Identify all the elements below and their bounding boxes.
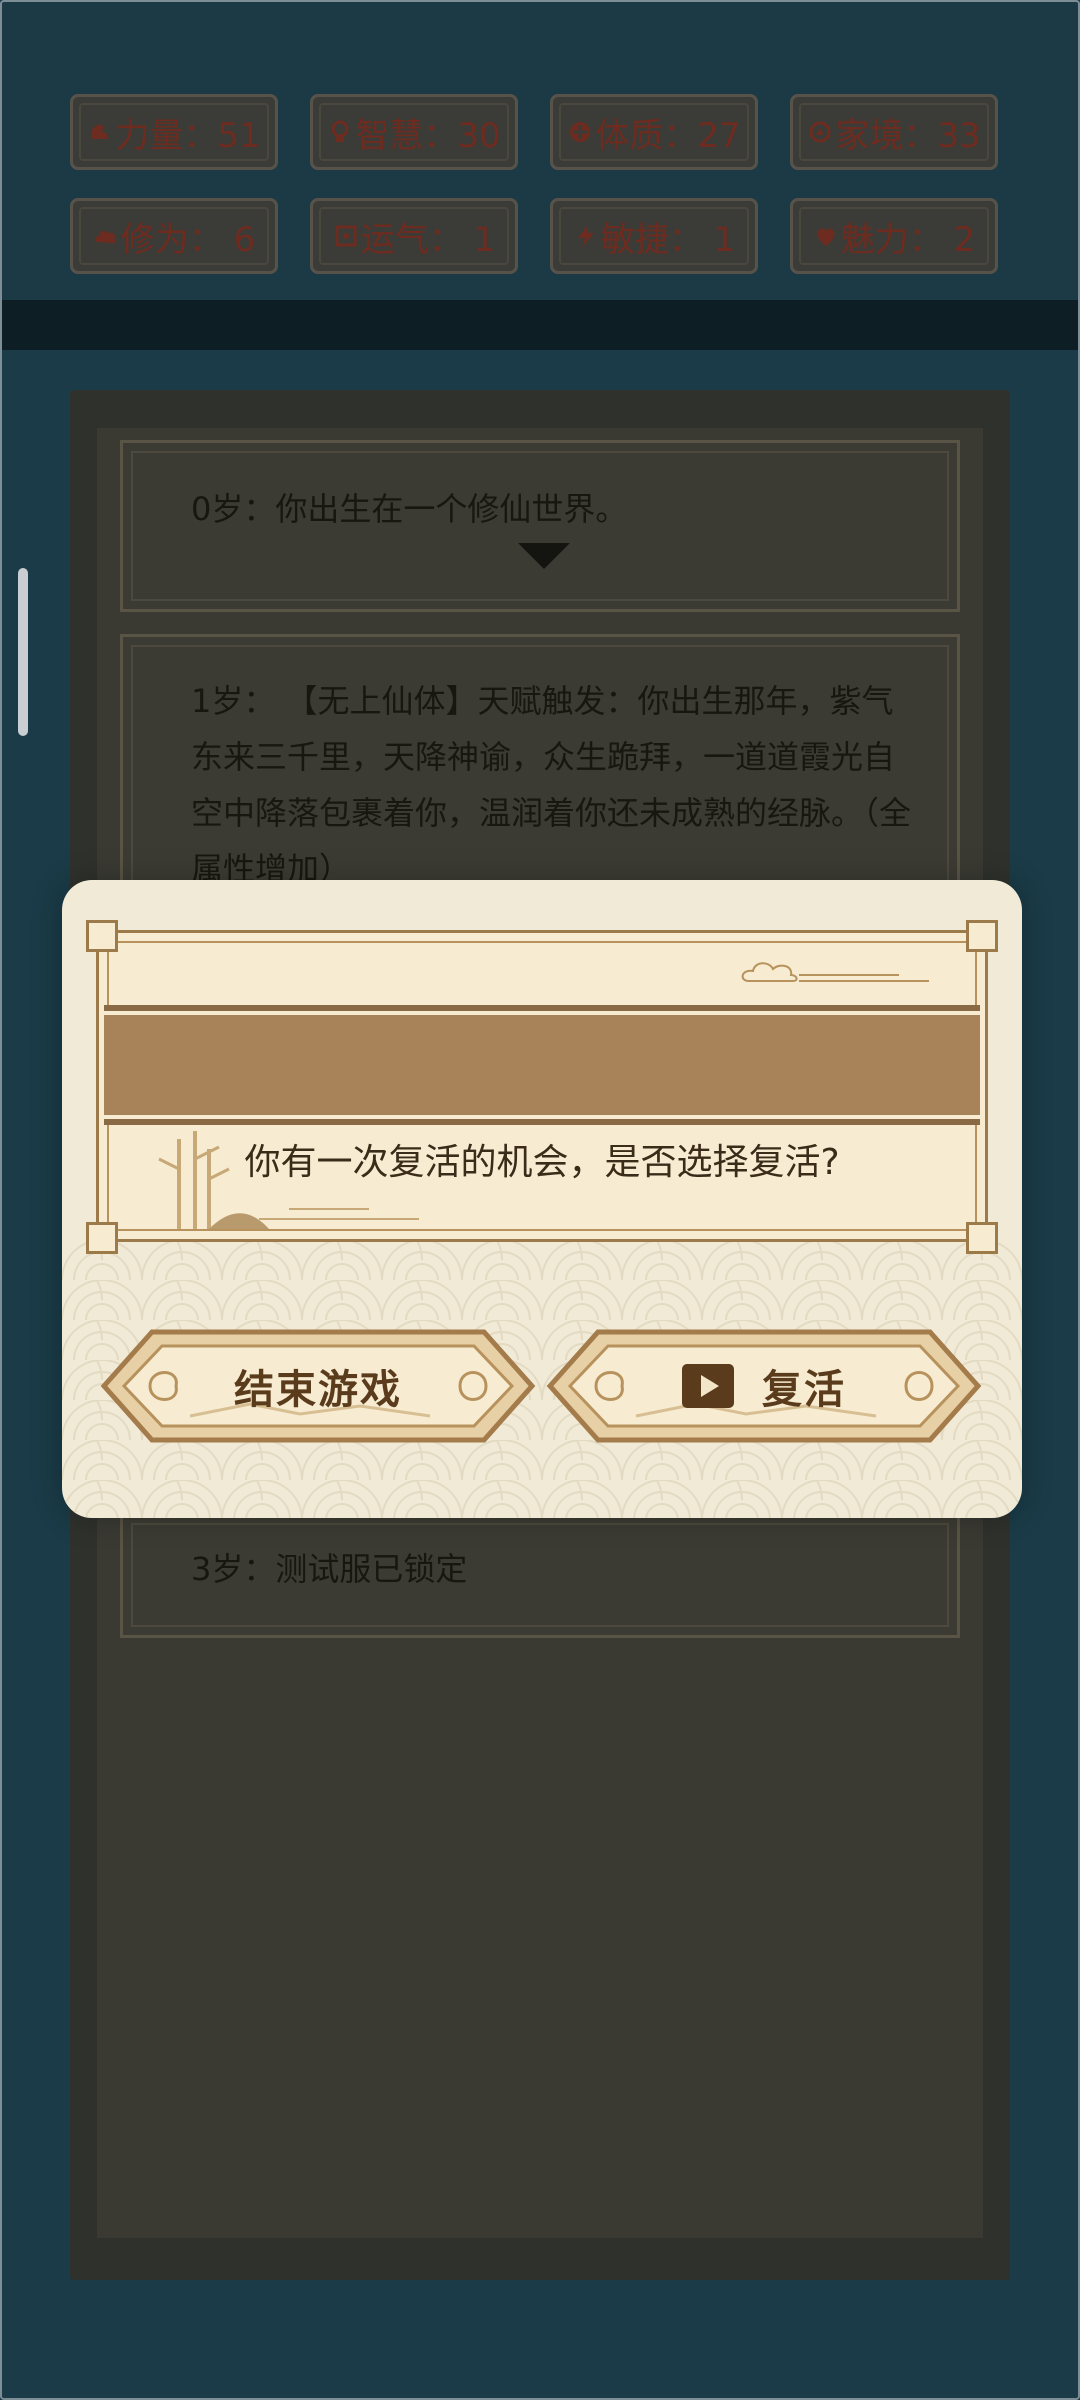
revive-dialog: 你有一次复活的机会，是否选择复活? 结束游戏 复活 [62, 880, 1022, 1518]
frame-corner [86, 920, 118, 952]
constitution-icon [567, 119, 593, 145]
log-entry-text: 1岁： 【无上仙体】天赋触发：你出生那年，紫气东来三千里，天降神谕，众生跪拜，一… [191, 682, 912, 888]
frame-corner [966, 920, 998, 952]
stat-constitution: 体质：27 [550, 94, 758, 170]
frame-corner [966, 1222, 998, 1254]
stat-cultivation-label: 修为： 6 [120, 219, 256, 260]
charm-icon [813, 223, 839, 249]
revive-label: 复活 [762, 1367, 846, 1413]
stat-luck: 运气： 1 [310, 198, 518, 274]
scrollbar-thumb[interactable] [18, 568, 28, 736]
revive-button[interactable]: 复活 [546, 1328, 982, 1444]
dialog-frame: 你有一次复活的机会，是否选择复活? [96, 930, 988, 1242]
revive-message: 你有一次复活的机会，是否选择复活? [244, 1142, 840, 1183]
end-game-label: 结束游戏 [234, 1367, 402, 1413]
stat-charm: 魅力： 2 [790, 198, 998, 274]
stat-charm-label: 魅力： 2 [840, 219, 976, 260]
stat-agility: 敏捷： 1 [550, 198, 758, 274]
log-entry: 0岁：你出生在一个修仙世界。 [120, 440, 960, 612]
wisdom-icon [327, 119, 353, 145]
header-background [0, 0, 1080, 340]
stat-agility-label: 敏捷： 1 [600, 219, 736, 260]
log-entry-text: 0岁：你出生在一个修仙世界。 [191, 490, 628, 528]
caret-down-icon[interactable] [518, 543, 570, 569]
stat-wisdom-label: 智慧：30 [355, 115, 501, 156]
log-entry: 3岁：测试服已锁定 [120, 1512, 960, 1638]
agility-icon [573, 223, 599, 249]
stat-strength: 力量：51 [70, 94, 278, 170]
frame-corner [86, 1222, 118, 1254]
log-entry-text: 3岁：测试服已锁定 [191, 1550, 468, 1588]
stat-constitution-label: 体质：27 [595, 115, 741, 156]
end-game-button[interactable]: 结束游戏 [100, 1328, 536, 1444]
cultivation-icon [93, 223, 119, 249]
stat-cultivation: 修为： 6 [70, 198, 278, 274]
stat-family: 家境：33 [790, 94, 998, 170]
title-band [104, 1011, 980, 1119]
stat-strength-label: 力量：51 [115, 115, 261, 156]
video-play-icon [682, 1364, 734, 1408]
stat-luck-label: 运气： 1 [360, 219, 496, 260]
family-icon [807, 119, 833, 145]
cloud-icon [741, 962, 929, 982]
luck-icon [333, 223, 359, 249]
stat-family-label: 家境：33 [835, 115, 981, 156]
stat-wisdom: 智慧：30 [310, 94, 518, 170]
strength-icon [87, 119, 113, 145]
